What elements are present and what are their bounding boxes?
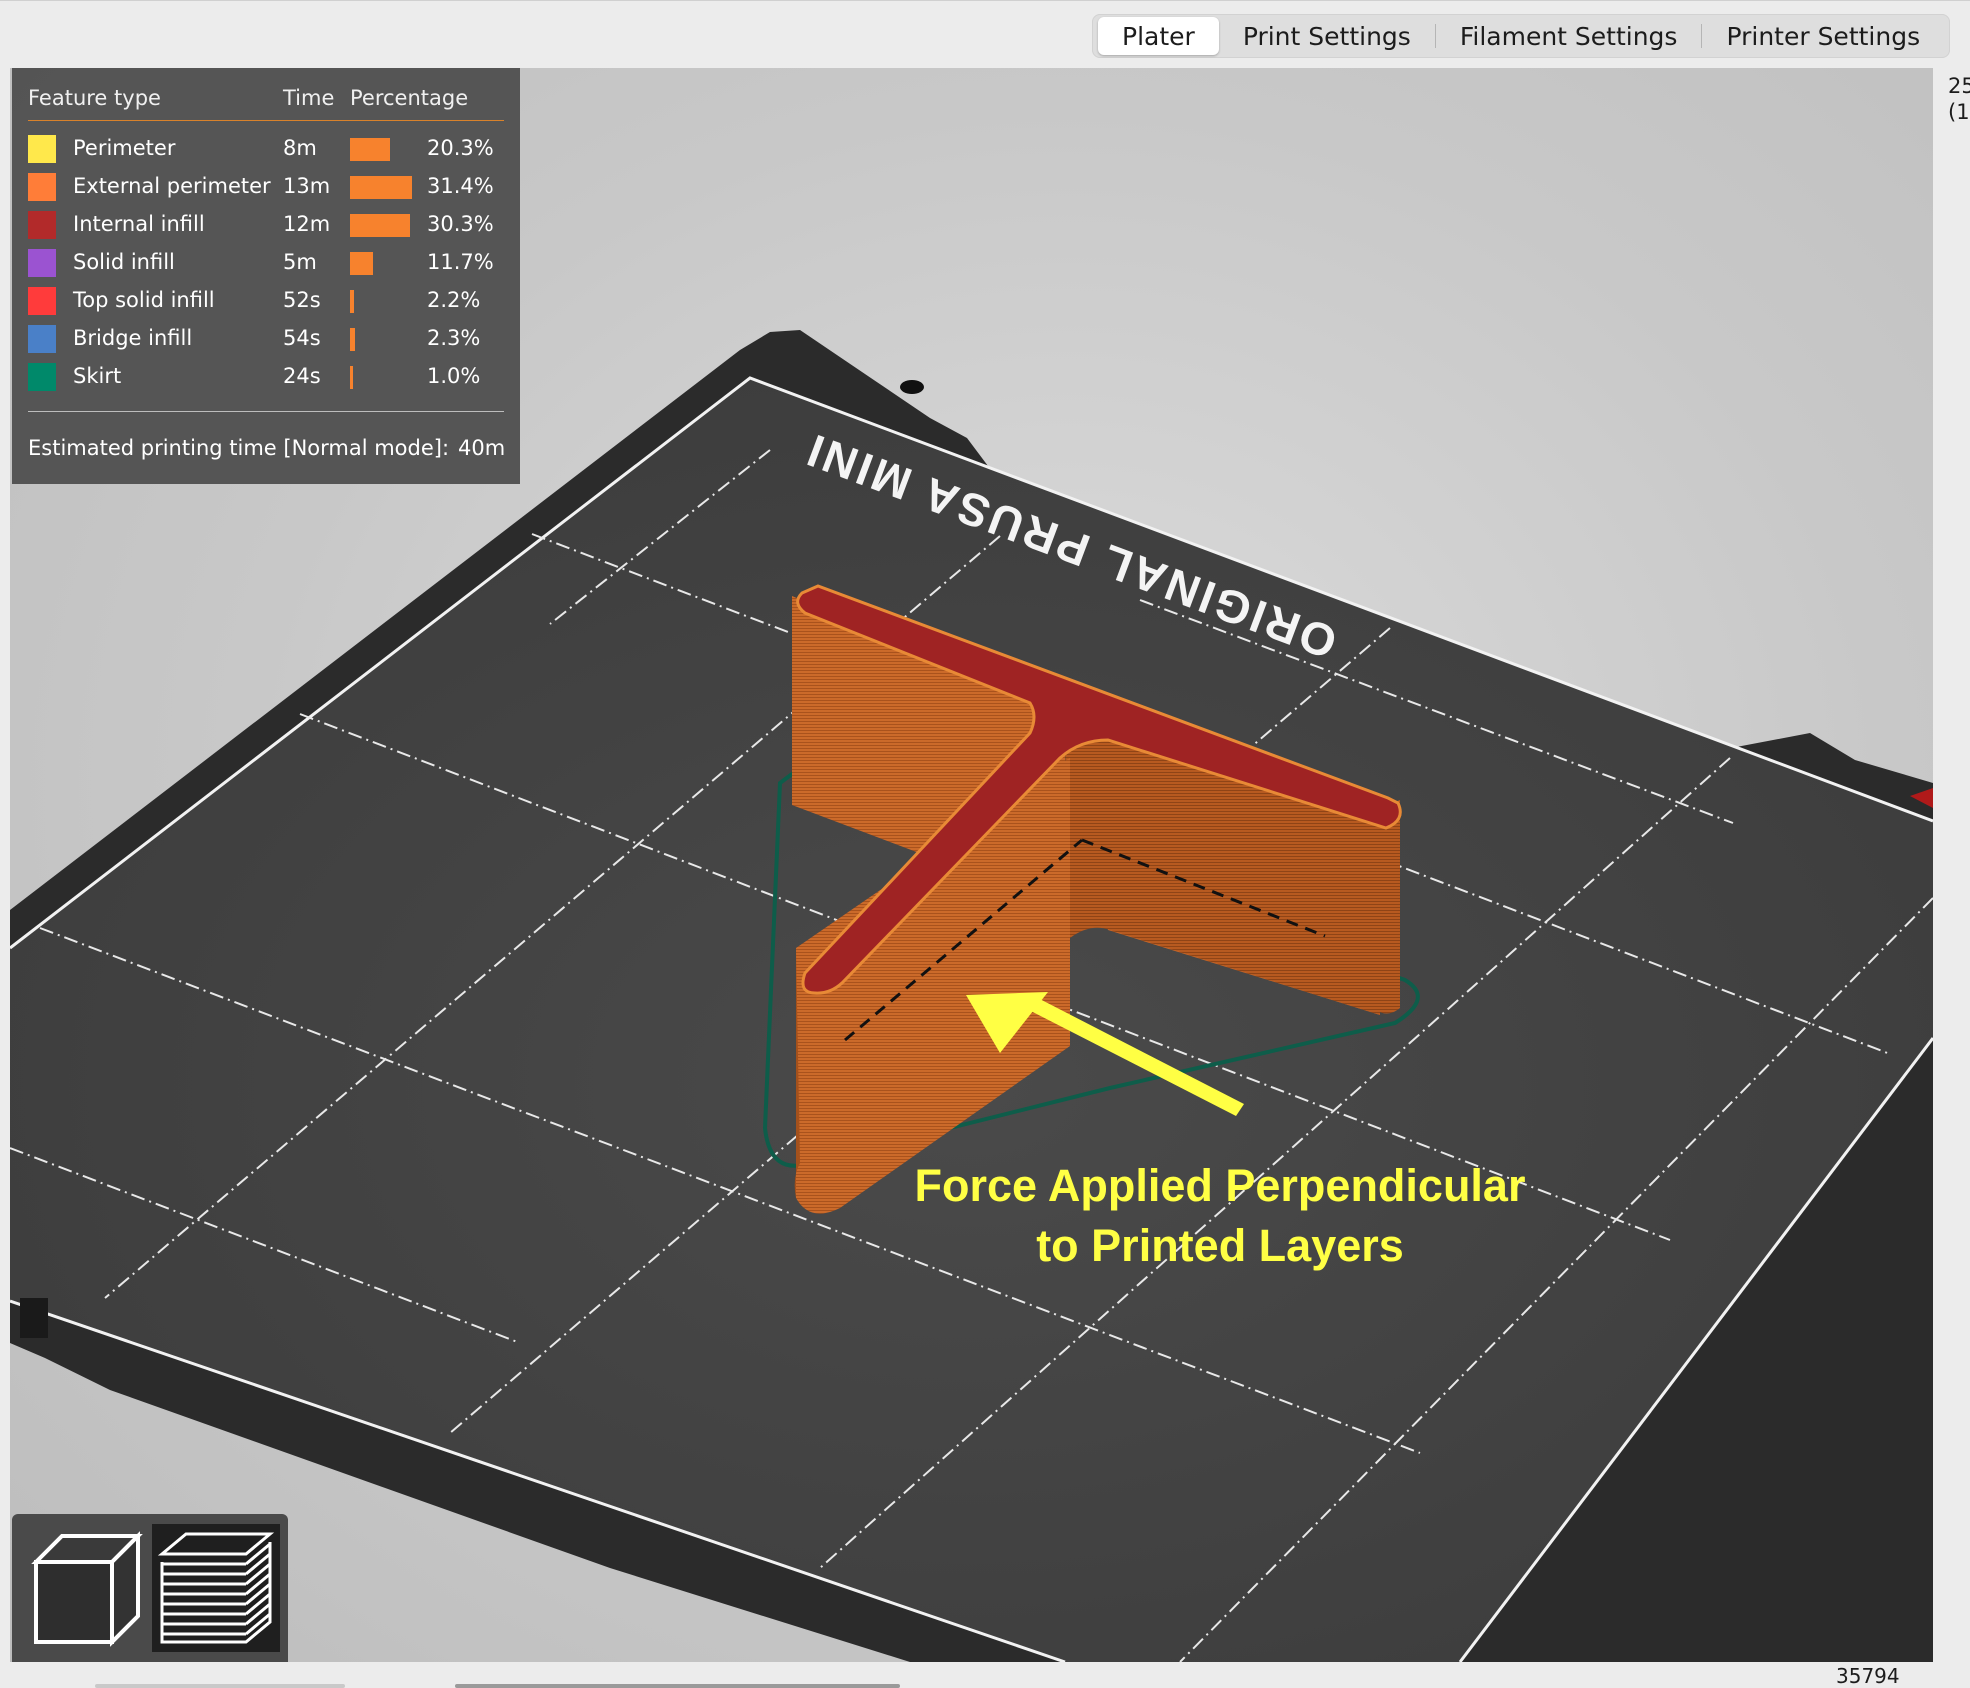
3d-view-button[interactable] (20, 1524, 148, 1652)
legend-bar (350, 138, 390, 161)
top-bar: Plater Print Settings Filament Settings … (0, 0, 1970, 67)
legend-row-bridge-infill: Bridge infill 54s 2.3% (12, 320, 520, 358)
legend-percent: 20.3% (427, 136, 494, 160)
legend-row-solid-infill: Solid infill 5m 11.7% (12, 244, 520, 282)
legend-percent: 30.3% (427, 212, 494, 236)
right-panel-text: (1 (1948, 100, 1970, 124)
legend-feature-name: Internal infill (73, 212, 205, 236)
tab-printer-settings[interactable]: Printer Settings (1702, 17, 1944, 55)
legend-row-perimeter: Perimeter 8m 20.3% (12, 130, 520, 168)
legend-divider (28, 411, 504, 412)
legend-bar (350, 214, 410, 237)
legend-time: 52s (283, 288, 321, 312)
right-panel-text: 25 (1948, 74, 1970, 98)
legend-time: 8m (283, 136, 317, 160)
tab-bar: Plater Print Settings Filament Settings … (1092, 14, 1951, 58)
legend-time: 54s (283, 326, 321, 350)
legend-time: 24s (283, 364, 321, 388)
annotation-line-1: Force Applied Perpendicular (914, 1160, 1526, 1211)
legend-time: 12m (283, 212, 331, 236)
horizontal-scrollbar[interactable] (95, 1684, 345, 1688)
legend-header-feature: Feature type (28, 86, 161, 110)
legend-row-external-perimeter: External perimeter 13m 31.4% (12, 168, 520, 206)
legend-bar (350, 176, 412, 199)
legend-header-time: Time (283, 86, 335, 110)
legend-feature-name: External perimeter (73, 174, 271, 198)
legend-row-top-solid-infill: Top solid infill 52s 2.2% (12, 282, 520, 320)
legend-feature-name: Bridge infill (73, 326, 193, 350)
legend-swatch (28, 325, 56, 353)
legend-percent: 11.7% (427, 250, 494, 274)
legend-swatch (28, 287, 56, 315)
legend-time: 5m (283, 250, 317, 274)
preview-button[interactable] (152, 1524, 280, 1652)
legend-swatch (28, 363, 56, 391)
annotation-line-2: to Printed Layers (1036, 1220, 1404, 1271)
estimated-time-label: Estimated printing time [Normal mode]: (28, 436, 450, 460)
legend-percent: 2.2% (427, 288, 481, 312)
legend-percent: 31.4% (427, 174, 494, 198)
legend-swatch (28, 249, 56, 277)
view-toggle-panel (12, 1514, 288, 1662)
legend-row-skirt: Skirt 24s 1.0% (12, 358, 520, 396)
legend-panel: Feature type Time Percentage Perimeter 8… (12, 68, 520, 484)
bed-hole (900, 380, 924, 394)
legend-feature-name: Solid infill (73, 250, 175, 274)
annotation-text: Force Applied Perpendicular to Printed L… (830, 1156, 1610, 1276)
tab-print-settings[interactable]: Print Settings (1219, 17, 1435, 55)
legend-time: 13m (283, 174, 331, 198)
cube-icon (31, 1531, 143, 1647)
legend-bar (350, 328, 355, 351)
legend-swatch (28, 173, 56, 201)
legend-bar (350, 252, 373, 275)
tab-plater[interactable]: Plater (1098, 17, 1219, 55)
legend-header-percentage: Percentage (350, 86, 469, 110)
layers-icon (157, 1532, 275, 1644)
legend-feature-name: Perimeter (73, 136, 176, 160)
estimated-time-value: 40m (458, 436, 506, 460)
bed-foot (20, 1298, 48, 1338)
legend-bar (350, 290, 354, 313)
tab-filament-settings[interactable]: Filament Settings (1436, 17, 1702, 55)
legend-swatch (28, 211, 56, 239)
legend-feature-name: Skirt (73, 364, 122, 388)
legend-bar (350, 366, 353, 389)
layer-slider[interactable] (455, 1684, 900, 1688)
legend-swatch (28, 135, 56, 163)
legend-percent: 2.3% (427, 326, 481, 350)
move-readout: 35794 (1836, 1664, 1900, 1688)
legend-feature-name: Top solid infill (73, 288, 215, 312)
legend-divider (28, 120, 504, 121)
legend-percent: 1.0% (427, 364, 481, 388)
legend-row-internal-infill: Internal infill 12m 30.3% (12, 206, 520, 244)
